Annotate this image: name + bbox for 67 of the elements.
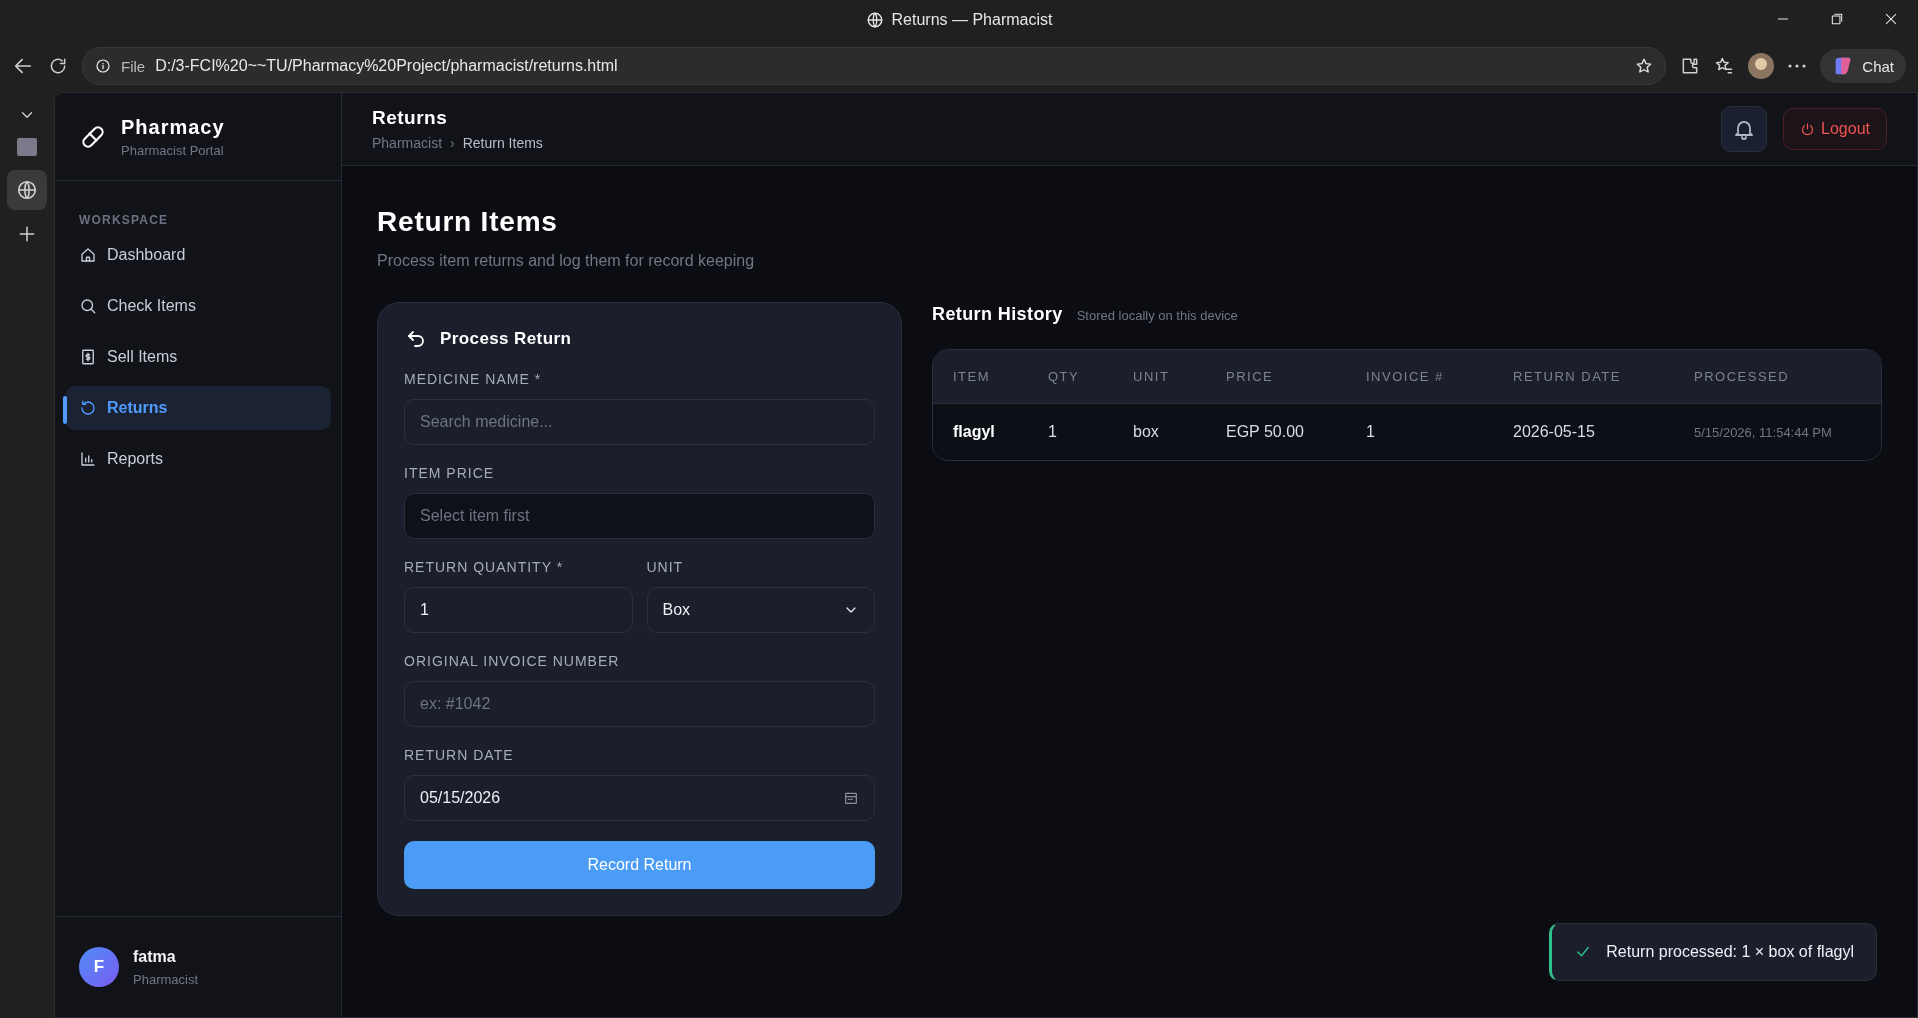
user-avatar: F bbox=[79, 947, 119, 987]
logout-button[interactable]: Logout bbox=[1783, 108, 1887, 150]
column-header: RETURN DATE bbox=[1513, 369, 1622, 384]
column-header: PROCESSED bbox=[1694, 369, 1791, 384]
sidebar-item[interactable]: Returns bbox=[65, 386, 331, 430]
page-title: Return Items bbox=[377, 206, 559, 238]
column-header: INVOICE # bbox=[1366, 369, 1445, 384]
brand-subtitle: Pharmacist Portal bbox=[121, 142, 225, 158]
home-icon bbox=[79, 246, 97, 264]
address-bar[interactable]: File D:/3-FCI%20~~TU/Pharmacy%20Project/pharmacist/returns.html bbox=[82, 47, 1667, 85]
user-role: Pharmacist bbox=[133, 971, 199, 987]
field-label: RETURN DATE bbox=[404, 747, 515, 763]
table-cell-text: 2026-05-15 bbox=[1513, 423, 1596, 441]
page-subtitle: Process item returns and log them for record keeping bbox=[377, 252, 756, 270]
unit-dropdown[interactable]: Box bbox=[646, 587, 875, 633]
globe-icon bbox=[16, 179, 38, 201]
table-cell-text: 1 bbox=[1048, 423, 1058, 441]
sidebar-item[interactable]: Sell Items bbox=[65, 335, 331, 379]
column-header: PRICE bbox=[1226, 369, 1275, 384]
receipt-icon bbox=[79, 348, 97, 366]
calendar-icon bbox=[843, 790, 859, 806]
chat-button[interactable]: Chat bbox=[1820, 49, 1906, 83]
power-icon bbox=[1800, 121, 1816, 137]
more-icon[interactable] bbox=[1788, 64, 1807, 68]
table-cell-text: 5/15/2026, 11:54:44 PM bbox=[1694, 424, 1833, 440]
brand-name: Pharmacy bbox=[121, 115, 225, 139]
star-icon bbox=[1635, 57, 1654, 75]
favorites-icon bbox=[1714, 56, 1735, 76]
field-label: ITEM PRICE bbox=[404, 465, 496, 481]
undo-icon bbox=[79, 399, 97, 417]
search-icon bbox=[79, 297, 97, 315]
sidebar-item[interactable]: Reports bbox=[65, 437, 331, 481]
globe-icon bbox=[865, 11, 884, 29]
user-name: fatma bbox=[133, 947, 177, 966]
toast-message: Return processed: 1 × box of flagyl bbox=[1606, 943, 1854, 961]
card-title: Process Return bbox=[440, 329, 572, 349]
section-note: Stored locally on this device bbox=[1076, 308, 1238, 323]
table-cell-text: EGP 50.00 bbox=[1226, 423, 1305, 441]
column-header: UNIT bbox=[1133, 369, 1171, 384]
table-cell-text: 1 bbox=[1366, 423, 1376, 441]
window-title: Returns — Pharmacist bbox=[891, 11, 1053, 29]
column-header: ITEM bbox=[953, 369, 992, 384]
table-cell-text: box bbox=[1133, 423, 1160, 441]
info-icon bbox=[95, 58, 111, 74]
breadcrumb-current: Return Items bbox=[462, 135, 543, 151]
field-label: RETURN QUANTITY * bbox=[404, 559, 565, 575]
sidebar-item[interactable]: Dashboard bbox=[65, 233, 331, 277]
sidebar-item[interactable]: Check Items bbox=[65, 284, 331, 328]
field-label: ORIGINAL INVOICE NUMBER bbox=[404, 653, 621, 669]
restore-icon bbox=[1830, 12, 1844, 26]
close-icon bbox=[1884, 12, 1898, 26]
table-cell-text: flagyl bbox=[953, 423, 996, 441]
profile-avatar[interactable] bbox=[1748, 53, 1775, 79]
breadcrumb-separator: › bbox=[450, 135, 455, 151]
field-label: UNIT bbox=[646, 559, 685, 575]
breadcrumb-link[interactable]: Pharmacist bbox=[372, 135, 443, 151]
section-title: Return History bbox=[932, 304, 1063, 325]
date-field[interactable]: 05/15/2026 bbox=[404, 775, 875, 821]
input-field[interactable]: 1 bbox=[404, 587, 633, 633]
notifications-button[interactable] bbox=[1721, 106, 1768, 152]
section-heading: WORKSPACE bbox=[79, 213, 170, 227]
plus-icon bbox=[17, 224, 37, 244]
column-header: QTY bbox=[1048, 369, 1081, 384]
refresh-icon bbox=[48, 56, 68, 76]
page-header-title: Returns bbox=[372, 107, 449, 129]
bar-chart-icon bbox=[79, 450, 97, 468]
field-label: MEDICINE NAME * bbox=[404, 371, 543, 387]
